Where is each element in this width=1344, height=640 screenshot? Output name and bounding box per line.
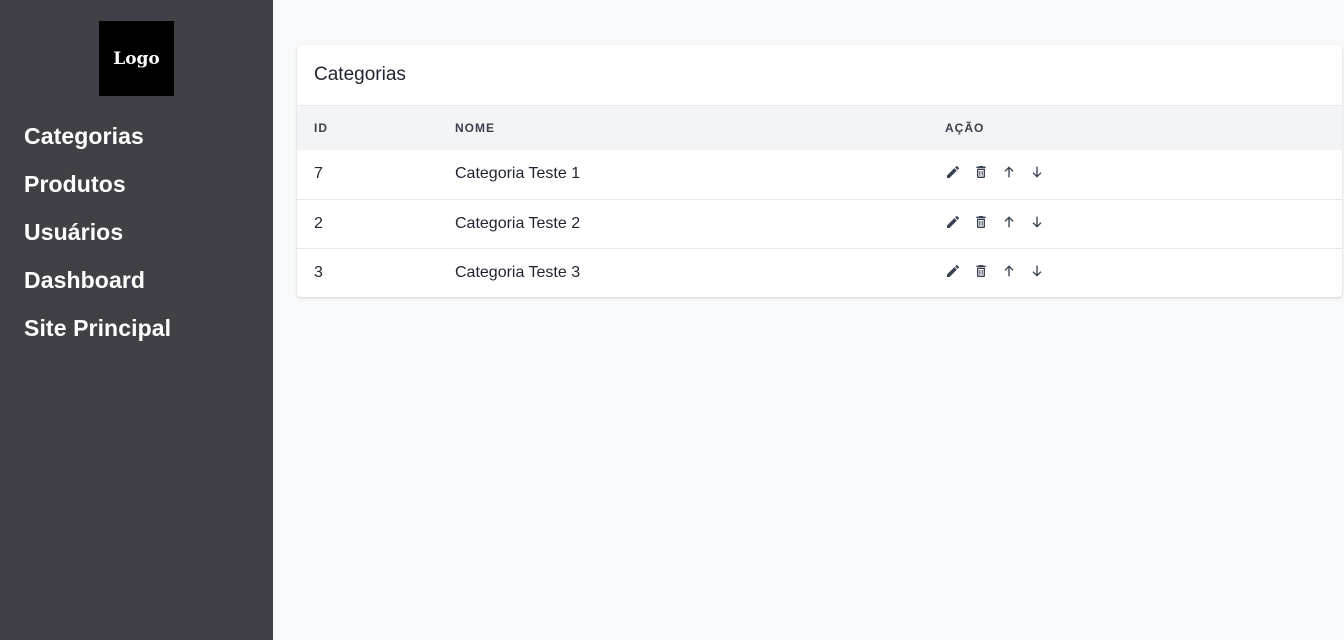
logo[interactable]: Logo: [99, 21, 174, 96]
cell-nome: Categoria Teste 2: [455, 214, 581, 232]
cell-id: 3: [314, 263, 323, 281]
edit-icon[interactable]: [945, 263, 961, 279]
sidebar-item-categorias[interactable]: Categorias: [24, 120, 171, 168]
sidebar: Logo Categorias Produtos Usuários Dashbo…: [0, 0, 273, 640]
column-header-acao: AÇÃO: [945, 121, 985, 135]
arrow-up-icon[interactable]: [1001, 263, 1017, 279]
arrow-down-icon[interactable]: [1029, 164, 1045, 180]
trash-icon[interactable]: [973, 164, 989, 180]
edit-icon[interactable]: [945, 164, 961, 180]
sidebar-item-site-principal[interactable]: Site Principal: [24, 312, 171, 360]
column-header-id: ID: [314, 121, 328, 135]
app-layout: Logo Categorias Produtos Usuários Dashbo…: [0, 0, 1344, 640]
arrow-down-icon[interactable]: [1029, 214, 1045, 230]
cell-id: 7: [314, 165, 323, 183]
categories-card: Categorias ID NOME AÇÃO 7 Categoria Test…: [297, 45, 1342, 297]
arrow-up-icon[interactable]: [1001, 214, 1017, 230]
column-header-nome: NOME: [455, 121, 495, 135]
table-row: 7 Categoria Teste 1: [297, 150, 1342, 199]
edit-icon[interactable]: [945, 214, 961, 230]
trash-icon[interactable]: [973, 214, 989, 230]
sidebar-item-usuarios[interactable]: Usuários: [24, 216, 171, 264]
cell-actions: [945, 248, 1342, 297]
sidebar-item-dashboard[interactable]: Dashboard: [24, 264, 171, 312]
trash-icon[interactable]: [973, 263, 989, 279]
sidebar-item-produtos[interactable]: Produtos: [24, 168, 171, 216]
cell-actions: [945, 199, 1342, 248]
cell-nome: Categoria Teste 1: [455, 165, 581, 183]
table-row: 2 Categoria Teste 2: [297, 199, 1342, 248]
main-content: Categorias ID NOME AÇÃO 7 Categoria Test…: [273, 0, 1344, 640]
cell-nome: Categoria Teste 3: [455, 263, 581, 281]
sidebar-nav: Categorias Produtos Usuários Dashboard S…: [24, 120, 171, 360]
card-title: Categorias: [297, 45, 1342, 106]
cell-actions: [945, 150, 1342, 199]
table-header: ID NOME AÇÃO: [297, 106, 1342, 150]
arrow-up-icon[interactable]: [1001, 164, 1017, 180]
categories-table: ID NOME AÇÃO 7 Categoria Teste 1 2 Categ…: [297, 106, 1342, 297]
table-row: 3 Categoria Teste 3: [297, 248, 1342, 297]
arrow-down-icon[interactable]: [1029, 263, 1045, 279]
cell-id: 2: [314, 214, 323, 232]
table-body: 7 Categoria Teste 1 2 Categoria Teste 2 …: [297, 150, 1342, 297]
